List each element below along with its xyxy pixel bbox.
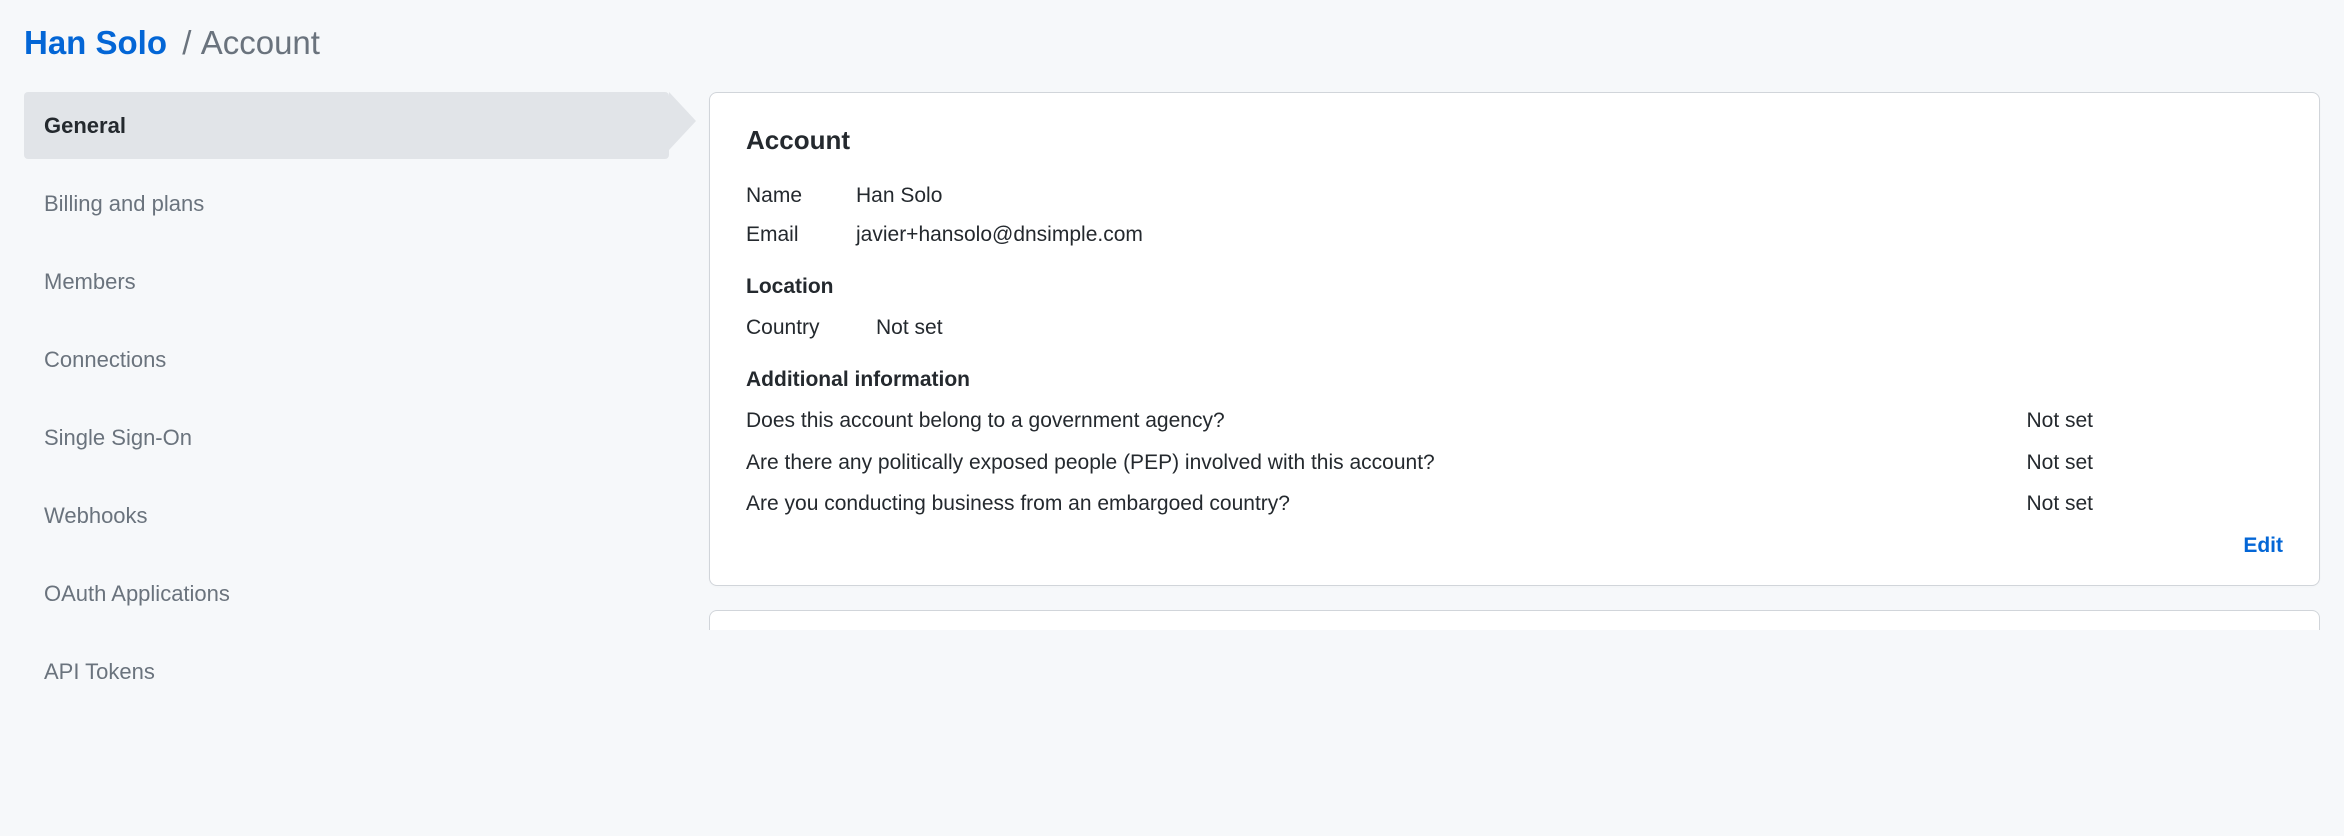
sidebar-item-billing[interactable]: Billing and plans (24, 170, 669, 237)
account-email-label: Email (746, 219, 856, 251)
country-label: Country (746, 312, 876, 344)
account-email-value: javier+hansolo@dnsimple.com (856, 219, 1143, 251)
main-content: Account Name Han Solo Email javier+hanso… (709, 92, 2320, 716)
card-title-account: Account (746, 121, 2283, 160)
account-card: Account Name Han Solo Email javier+hanso… (709, 92, 2320, 587)
edit-button[interactable]: Edit (2243, 534, 2283, 557)
sidebar-item-oauth-applications[interactable]: OAuth Applications (24, 560, 669, 627)
sidebar-item-label: Single Sign-On (44, 425, 192, 450)
country-value: Not set (876, 312, 943, 344)
account-email-row: Email javier+hansolo@dnsimple.com (746, 219, 2283, 251)
additional-info-row: Are there any politically exposed people… (746, 447, 2283, 479)
sidebar-item-label: API Tokens (44, 659, 155, 684)
additional-info-row: Are you conducting business from an emba… (746, 488, 2283, 520)
sidebar-item-label: General (44, 113, 126, 138)
sidebar-item-webhooks[interactable]: Webhooks (24, 482, 669, 549)
sidebar-nav: General Billing and plans Members Connec… (24, 92, 669, 716)
sidebar-item-label: OAuth Applications (44, 581, 230, 606)
sidebar-item-label: Members (44, 269, 136, 294)
additional-question: Are there any politically exposed people… (746, 447, 1435, 479)
sidebar-item-label: Billing and plans (44, 191, 204, 216)
additional-info-heading: Additional information (746, 364, 2283, 396)
sidebar-item-api-tokens[interactable]: API Tokens (24, 638, 669, 705)
breadcrumb-current: Account (201, 24, 320, 61)
additional-info-row: Does this account belong to a government… (746, 405, 2283, 437)
sidebar-item-connections[interactable]: Connections (24, 326, 669, 393)
additional-question: Are you conducting business from an emba… (746, 488, 1290, 520)
account-name-label: Name (746, 180, 856, 212)
sidebar-item-label: Connections (44, 347, 166, 372)
breadcrumb: Han Solo / Account (24, 0, 2320, 92)
breadcrumb-link-account-owner[interactable]: Han Solo (24, 24, 167, 61)
location-heading: Location (746, 271, 2283, 303)
sidebar-item-general[interactable]: General (24, 92, 669, 159)
account-name-row: Name Han Solo (746, 180, 2283, 212)
additional-answer: Not set (2026, 405, 2093, 437)
breadcrumb-separator: / (182, 24, 191, 61)
country-row: Country Not set (746, 312, 2283, 344)
account-name-value: Han Solo (856, 180, 942, 212)
additional-answer: Not set (2026, 488, 2093, 520)
sidebar-item-single-sign-on[interactable]: Single Sign-On (24, 404, 669, 471)
sidebar-item-label: Webhooks (44, 503, 148, 528)
additional-answer: Not set (2026, 447, 2093, 479)
next-card-peek (709, 610, 2320, 630)
edit-row: Edit (746, 530, 2283, 562)
sidebar-item-members[interactable]: Members (24, 248, 669, 315)
additional-question: Does this account belong to a government… (746, 405, 1225, 437)
